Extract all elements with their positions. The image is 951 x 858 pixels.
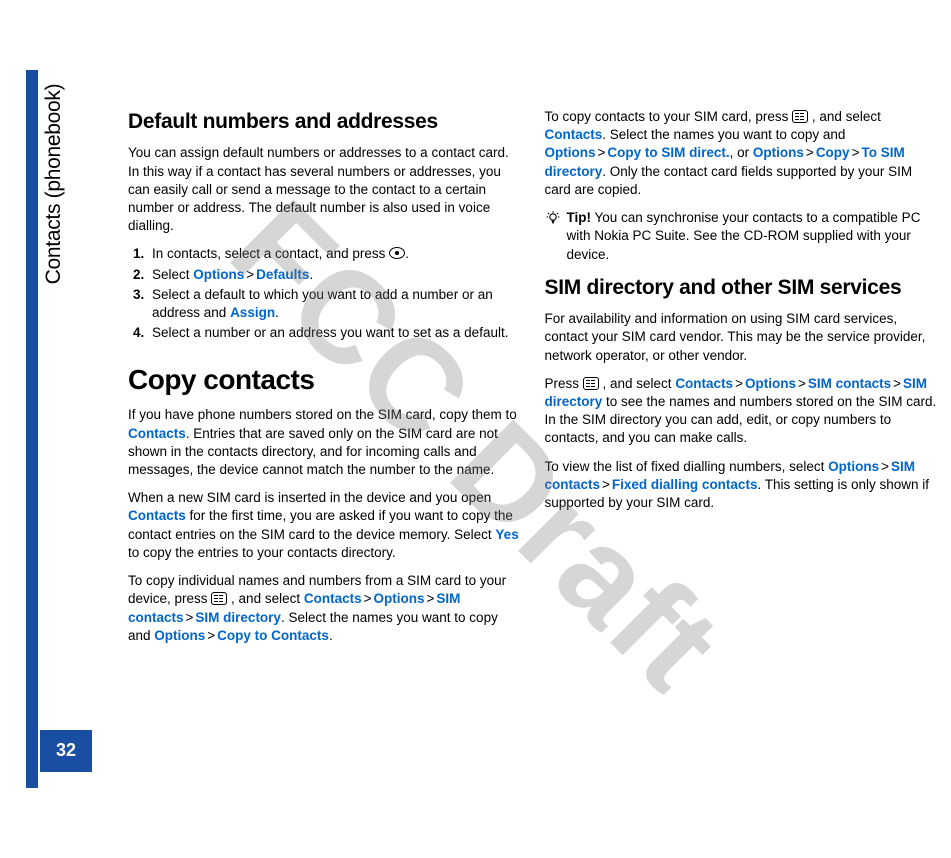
step-3-text-b: .: [275, 305, 279, 320]
link-options-3: Options: [154, 628, 205, 643]
tip-text: You can synchronise your contacts to a c…: [567, 210, 921, 261]
link-sim-contacts-2: SIM contacts: [808, 376, 891, 391]
heading-default-numbers: Default numbers and addresses: [128, 108, 521, 136]
link-defaults: Defaults: [256, 267, 309, 282]
menu-key-icon-3: [583, 377, 599, 390]
heading-copy-contacts: Copy contacts: [128, 361, 521, 399]
step-1: In contacts, select a contact, and press…: [148, 245, 521, 263]
step-2: Select Options>Defaults.: [148, 266, 521, 284]
link-contacts-5: Contacts: [675, 376, 733, 391]
step-2-text-b: .: [309, 267, 313, 282]
paragraph-sim-1: For availability and information on usin…: [545, 310, 938, 365]
step-3-text-a: Select a default to which you want to ad…: [152, 287, 493, 320]
lightbulb-icon: [545, 210, 561, 226]
p-sim3-a: To view the list of fixed dialling numbe…: [545, 459, 829, 474]
p-copy2-b: for the first time, you are asked if you…: [128, 508, 513, 541]
steps-list: In contacts, select a contact, and press…: [128, 245, 521, 342]
p-copy2-a: When a new SIM card is inserted in the d…: [128, 490, 491, 505]
gt: >: [362, 591, 374, 606]
page-number: 32: [40, 730, 92, 772]
separator-gt: >: [244, 267, 256, 282]
p-copy4-c: . Select the names you want to copy and: [602, 127, 845, 142]
p-sim2-a: Press: [545, 376, 583, 391]
gt: >: [804, 145, 816, 160]
gt: >: [733, 376, 745, 391]
p-copy3-b: , and select: [227, 591, 304, 606]
link-options: Options: [193, 267, 244, 282]
p-copy4-b: , and select: [808, 109, 881, 124]
gt: >: [600, 477, 612, 492]
gt: >: [596, 145, 608, 160]
p-copy3-d: .: [329, 628, 333, 643]
paragraph-default-intro: You can assign default numbers or addres…: [128, 144, 521, 235]
heading-sim-directory: SIM directory and other SIM services: [545, 274, 938, 302]
link-options-4: Options: [545, 145, 596, 160]
gt: >: [425, 591, 437, 606]
gt: >: [184, 610, 196, 625]
paragraph-copy-2: When a new SIM card is inserted in the d…: [128, 489, 521, 562]
tip-body: Tip! You can synchronise your contacts t…: [567, 209, 938, 264]
side-blue-bar: [26, 70, 38, 788]
link-assign: Assign: [230, 305, 275, 320]
link-options-7: Options: [828, 459, 879, 474]
link-contacts-2: Contacts: [128, 508, 186, 523]
p-copy2-c: to copy the entries to your contacts dir…: [128, 545, 396, 560]
p-copy1-a: If you have phone numbers stored on the …: [128, 407, 517, 422]
gt: >: [891, 376, 903, 391]
page-body: Default numbers and addresses You can as…: [128, 108, 937, 788]
center-key-icon: [389, 247, 405, 259]
p-copy4-d: , or: [730, 145, 753, 160]
link-yes: Yes: [495, 527, 518, 542]
paragraph-copy-4: To copy contacts to your SIM card, press…: [545, 108, 938, 199]
gt: >: [205, 628, 217, 643]
paragraph-copy-1: If you have phone numbers stored on the …: [128, 406, 521, 479]
step-1-text-b: .: [405, 246, 409, 261]
link-copy-to-sim-direct: Copy to SIM direct.: [607, 145, 729, 160]
link-contacts-3: Contacts: [304, 591, 362, 606]
tip-block: Tip! You can synchronise your contacts t…: [545, 209, 938, 264]
paragraph-sim-3: To view the list of fixed dialling numbe…: [545, 458, 938, 513]
section-tab-label: Contacts (phonebook): [40, 54, 68, 314]
link-fixed-dialling: Fixed dialling contacts: [612, 477, 758, 492]
link-contacts: Contacts: [128, 426, 186, 441]
step-1-text-a: In contacts, select a contact, and press: [152, 246, 389, 261]
paragraph-sim-2: Press , and select Contacts>Options>SIM …: [545, 375, 938, 448]
menu-key-icon: [211, 592, 227, 605]
link-options-6: Options: [745, 376, 796, 391]
step-3: Select a default to which you want to ad…: [148, 286, 521, 322]
p-sim2-c: to see the names and numbers stored on t…: [545, 394, 937, 445]
link-contacts-4: Contacts: [545, 127, 603, 142]
p-sim2-b: , and select: [599, 376, 676, 391]
p-copy4-a: To copy contacts to your SIM card, press: [545, 109, 793, 124]
step-4: Select a number or an address you want t…: [148, 324, 521, 342]
step-2-text-a: Select: [152, 267, 193, 282]
section-tab: Contacts (phonebook): [40, 54, 92, 314]
link-sim-directory: SIM directory: [195, 610, 281, 625]
link-copy-to-contacts: Copy to Contacts: [217, 628, 329, 643]
link-copy: Copy: [816, 145, 850, 160]
link-options-5: Options: [753, 145, 804, 160]
gt: >: [796, 376, 808, 391]
menu-key-icon-2: [792, 110, 808, 123]
gt: >: [850, 145, 862, 160]
tip-label: Tip!: [567, 210, 592, 225]
link-options-2: Options: [374, 591, 425, 606]
gt: >: [879, 459, 891, 474]
paragraph-copy-3: To copy individual names and numbers fro…: [128, 572, 521, 645]
